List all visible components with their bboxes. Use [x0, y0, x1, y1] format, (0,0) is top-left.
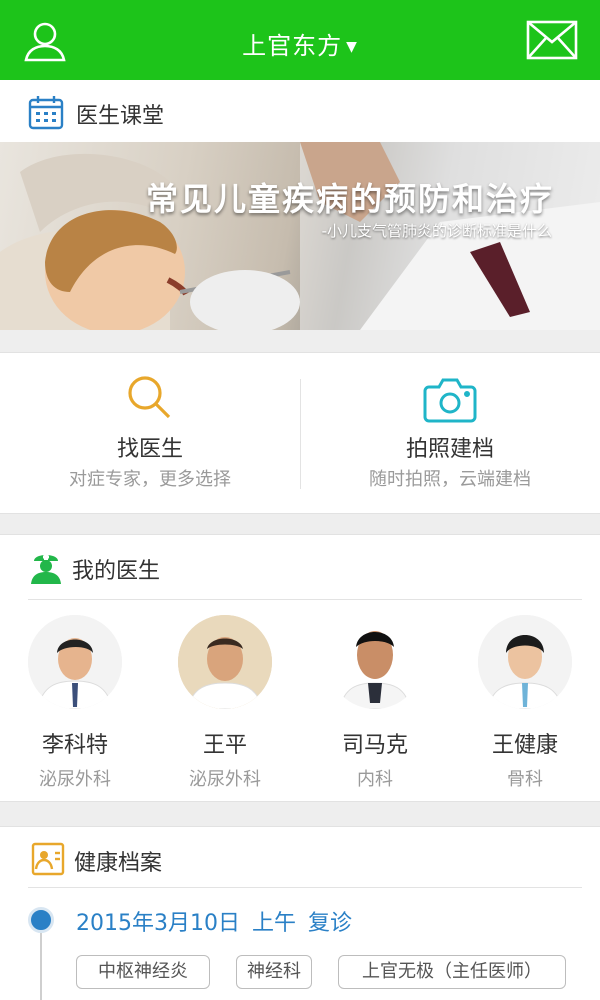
section-title: 健康档案: [74, 851, 163, 876]
course-banner[interactable]: 常见儿童疾病的预防和治疗 -小儿支气管肺炎的诊断标准是什么: [0, 142, 600, 330]
search-icon: [121, 373, 179, 425]
avatar: [178, 615, 272, 709]
top-bar: 上官东方 ▼: [0, 0, 600, 80]
doctor-dept: 骨科: [507, 769, 543, 790]
camera-icon: [421, 373, 479, 425]
calendar-icon: [28, 94, 64, 130]
department-tag[interactable]: 神经科: [236, 955, 312, 989]
avatar: [478, 615, 572, 709]
doctor-tag[interactable]: 上官无极（主任医师）: [338, 955, 566, 989]
caret-down-icon: ▼: [346, 39, 358, 55]
doctor-name: 李科特: [41, 733, 108, 758]
avatar: [328, 615, 422, 709]
avatar: [28, 615, 122, 709]
health-records-header[interactable]: 健康档案: [0, 827, 600, 889]
doctor-course-header[interactable]: 医生课堂: [0, 80, 600, 142]
record-period: 上午: [251, 911, 296, 936]
find-doctor-label: 找医生: [116, 437, 183, 462]
section-title: 医生课堂: [76, 104, 165, 129]
photo-record-label: 拍照建档: [405, 437, 494, 462]
doctor-name: 司马克: [341, 733, 408, 758]
mail-icon[interactable]: [526, 20, 578, 60]
banner-title: 常见儿童疾病的预防和治疗: [145, 180, 554, 218]
doctor-card[interactable]: 王健康 骨科: [450, 615, 600, 795]
photo-record-button[interactable]: 拍照建档 随时拍照，云端建档: [300, 353, 600, 515]
timeline-line: [40, 931, 42, 1000]
profile-card-icon: [30, 841, 66, 877]
city-selector[interactable]: 上官东方 ▼: [0, 26, 600, 61]
doctor-card[interactable]: 王平 泌尿外科: [150, 615, 300, 795]
doctor-dept: 泌尿外科: [189, 769, 261, 790]
doctor-name: 王平: [202, 733, 247, 758]
section-divider: [28, 599, 582, 600]
section-title: 我的医生: [72, 559, 161, 584]
record-entry-header[interactable]: 2015年3月10日 上午 复诊: [76, 905, 364, 937]
section-divider: [28, 887, 582, 888]
my-doctors-section: 我的医生 李科特 泌尿外科 王平 泌尿外科 司马克 内科 王健康 骨科: [0, 534, 600, 802]
find-doctor-button[interactable]: 找医生 对症专家，更多选择: [0, 353, 300, 515]
doctor-card[interactable]: 司马克 内科: [300, 615, 450, 795]
doctor-name: 王健康: [491, 733, 558, 758]
health-records-section: 健康档案 2015年3月10日 上午 复诊 中枢神经炎 神经科 上官无极（主任医师）: [0, 826, 600, 1000]
doctor-dept: 内科: [357, 769, 393, 790]
my-doctors-header[interactable]: 我的医生: [0, 535, 600, 597]
timeline-dot: [28, 907, 54, 933]
nurse-icon: [28, 549, 64, 585]
quick-actions: 找医生 对症专家，更多选择 拍照建档 随时拍照，云端建档: [0, 352, 600, 514]
photo-record-desc: 随时拍照，云端建档: [369, 469, 531, 490]
find-doctor-desc: 对症专家，更多选择: [69, 469, 231, 490]
record-type: 复诊: [308, 911, 353, 936]
banner-subtitle: -小儿支气管肺炎的诊断标准是什么: [321, 222, 552, 240]
record-date: 2015年3月10日: [76, 911, 240, 936]
diagnosis-tag[interactable]: 中枢神经炎: [76, 955, 210, 989]
doctor-card[interactable]: 李科特 泌尿外科: [0, 615, 150, 795]
city-name: 上官东方: [242, 32, 343, 60]
doctor-dept: 泌尿外科: [39, 769, 111, 790]
